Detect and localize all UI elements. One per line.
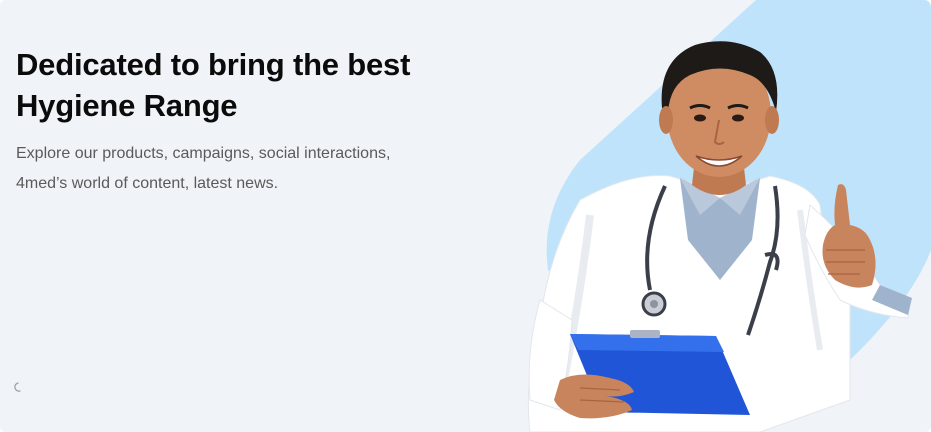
hero-banner: Dedicated to bring the best Hygiene Rang…: [0, 0, 931, 432]
hero-title-line-2: Hygiene Range: [16, 88, 238, 123]
hero-title-line-1: Dedicated to bring the best: [16, 47, 411, 82]
hero-subtitle-line-1: Explore our products, campaigns, social …: [16, 145, 391, 162]
hero-subtitle: Explore our products, campaigns, social …: [16, 139, 476, 199]
doctor-illustration: [527, 0, 931, 432]
hero-subtitle-line-2: 4med’s world of content, latest news.: [16, 175, 279, 192]
hero-title: Dedicated to bring the best Hygiene Rang…: [16, 44, 496, 126]
loading-spinner-icon: [14, 382, 21, 392]
